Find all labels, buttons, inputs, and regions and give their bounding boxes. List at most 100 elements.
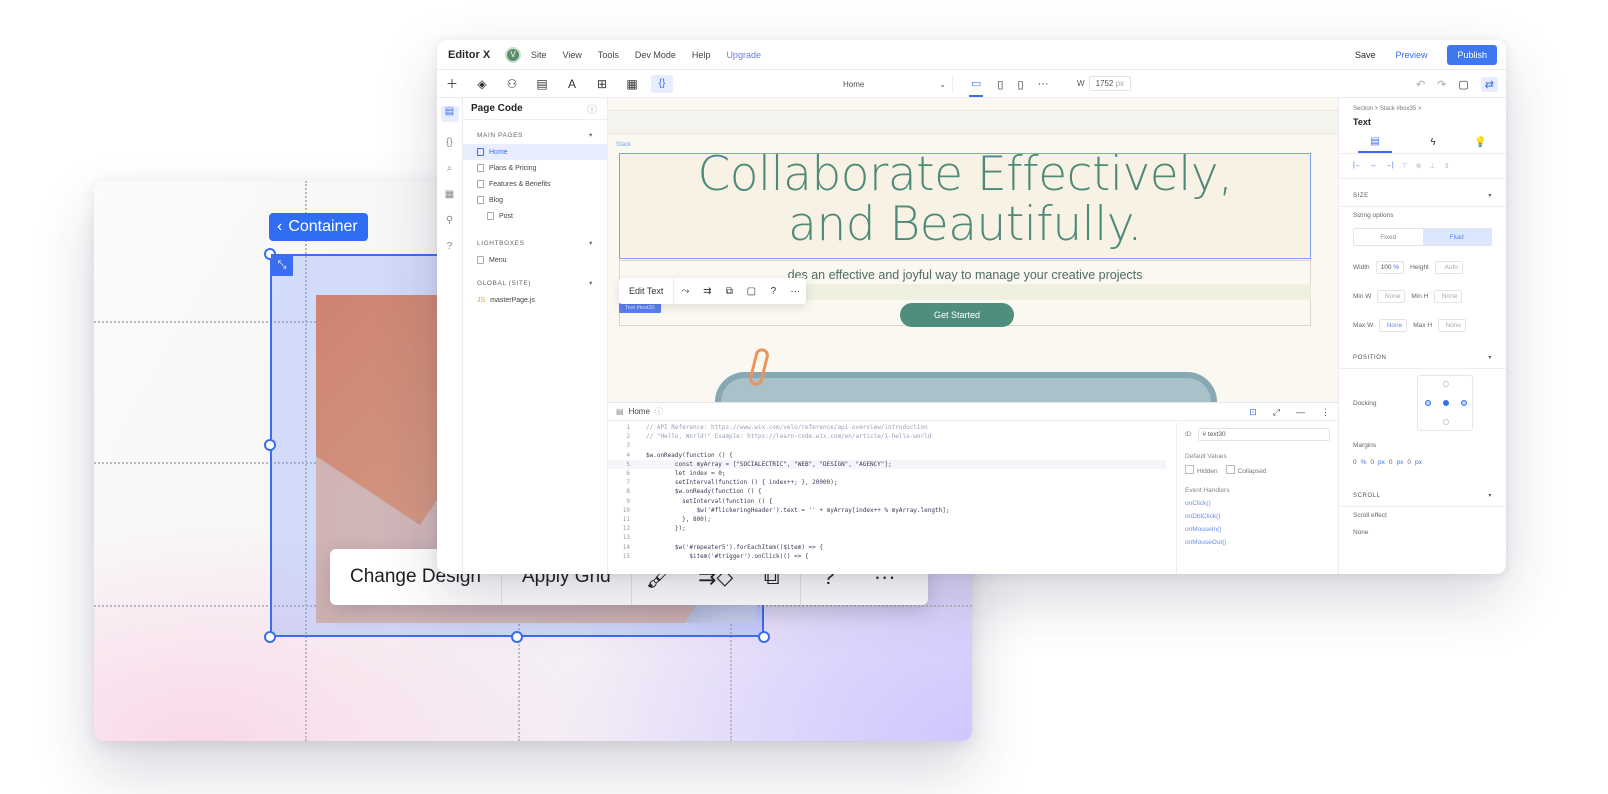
connect-icon[interactable]: ⤳ <box>674 286 696 297</box>
layout-icon[interactable]: ⧉ <box>718 286 740 297</box>
apps-icon[interactable]: ⊞ <box>587 77 617 91</box>
position-section-header[interactable]: POSITION ▾ <box>1339 347 1506 369</box>
min-w-input[interactable]: None <box>1377 290 1406 303</box>
comments-icon[interactable]: ▢ <box>1458 78 1468 91</box>
desktop-icon[interactable]: ▭ <box>969 72 984 97</box>
menu-help[interactable]: Help <box>692 50 711 60</box>
code-line[interactable]: 13 <box>608 533 1166 542</box>
add-icon[interactable]: ＋ <box>437 75 467 92</box>
align-top-icon[interactable]: ⊤ <box>1402 162 1408 170</box>
page-selector[interactable]: Home ⌄ <box>837 75 953 93</box>
menu-view[interactable]: View <box>563 50 582 60</box>
dock-point[interactable] <box>1443 419 1449 425</box>
margin-value[interactable]: 0 <box>1370 459 1374 466</box>
breadcrumb[interactable]: Section > Stack #box35 > <box>1339 98 1506 112</box>
animation-icon[interactable]: ⇉ <box>696 286 718 297</box>
event-onmousein[interactable]: onMouseIn() <box>1185 526 1330 533</box>
code-editor[interactable]: 1 // API Reference: https://www.wix.com/v… <box>608 423 1166 574</box>
more-icon[interactable]: ⋮ <box>1321 407 1330 418</box>
code-line[interactable]: 14 $w('#repeater5').forEachItem(($item) … <box>608 543 1166 552</box>
preview-button[interactable]: Preview <box>1395 50 1427 60</box>
info-icon[interactable]: ⓘ <box>655 406 663 417</box>
tips-tab-icon[interactable]: 💡 <box>1474 137 1486 148</box>
dock-point[interactable] <box>1443 381 1449 387</box>
hero-title[interactable]: Collaborate Effectively, and Beautifully… <box>619 150 1311 250</box>
code-line[interactable]: 6 let index = 0; <box>608 469 1166 478</box>
hidden-checkbox[interactable]: Hidden <box>1185 465 1218 475</box>
avatar[interactable]: V <box>505 46 521 63</box>
event-onclick[interactable]: onClick() <box>1185 500 1330 507</box>
search-icon[interactable]: ⌕ <box>447 163 453 174</box>
cms-icon[interactable]: ▦ <box>617 77 647 91</box>
resize-handle[interactable] <box>264 631 276 643</box>
fluid-option[interactable]: Fluid <box>1422 229 1491 245</box>
section-global[interactable]: GLOBAL (SITE) ▾ <box>463 274 607 292</box>
layers-icon[interactable]: ◈ <box>467 77 497 91</box>
expand-icon[interactable]: ⤢ <box>1273 407 1280 418</box>
pages-icon[interactable]: ▤ <box>527 77 557 91</box>
size-section-header[interactable]: SIZE ▾ <box>1339 185 1506 207</box>
dock-icon[interactable]: ⊡ <box>1249 407 1257 418</box>
code-files-icon[interactable]: {} <box>446 137 453 148</box>
align-middle-icon[interactable]: ⊕ <box>1416 162 1422 170</box>
page-item-blog[interactable]: Blog <box>463 192 607 208</box>
event-ondblclick[interactable]: onDblClick() <box>1185 513 1330 520</box>
lightbox-item-menu[interactable]: Menu <box>463 252 607 268</box>
get-started-button[interactable]: Get Started <box>900 303 1014 327</box>
packages-icon[interactable]: ⚲ <box>446 215 453 226</box>
menu-dev-mode[interactable]: Dev Mode <box>635 50 676 60</box>
align-left-icon[interactable]: |← <box>1353 162 1362 170</box>
resize-handle[interactable] <box>264 439 276 451</box>
file-item-masterpage[interactable]: JS masterPage.js <box>463 292 607 308</box>
id-input[interactable]: # text30 <box>1197 427 1330 441</box>
dock-point[interactable] <box>1425 400 1431 406</box>
docking-control[interactable] <box>1417 375 1473 431</box>
code-line[interactable]: 11 }, 800); <box>608 515 1166 524</box>
code-line[interactable]: 3 <box>608 441 1166 450</box>
dock-point[interactable] <box>1461 400 1467 406</box>
section-lightboxes[interactable]: LIGHTBOXES ▾ <box>463 234 607 252</box>
code-line[interactable]: 7 setInterval(function () { index++; }, … <box>608 478 1166 487</box>
help-icon[interactable]: ? <box>447 241 453 252</box>
undo-icon[interactable]: ↶ <box>1416 78 1425 91</box>
resize-icon[interactable]: ⤡ <box>271 254 293 276</box>
resize-handle[interactable] <box>511 631 523 643</box>
menu-upgrade[interactable]: Upgrade <box>726 50 761 60</box>
redo-icon[interactable]: ↷ <box>1437 78 1446 91</box>
page-item-features[interactable]: Features & Benefits <box>463 176 607 192</box>
distribute-icon[interactable]: ⇕ <box>1444 162 1450 170</box>
code-icon[interactable]: {} <box>651 74 673 93</box>
menu-site[interactable]: Site <box>531 50 547 60</box>
code-line[interactable]: 9 setInterval(function () { <box>608 497 1166 506</box>
dock-point[interactable] <box>1443 400 1449 406</box>
comment-icon[interactable]: ▢ <box>740 286 762 297</box>
edit-text-button[interactable]: Edit Text <box>619 278 675 304</box>
fixed-option[interactable]: Fixed <box>1354 229 1423 245</box>
align-right-icon[interactable]: →| <box>1385 162 1394 170</box>
connections-icon[interactable]: ⚇ <box>497 77 527 91</box>
info-icon[interactable]: ⓘ <box>587 101 597 116</box>
max-h-input[interactable]: None <box>1438 319 1467 332</box>
minimize-icon[interactable]: — <box>1296 407 1305 417</box>
height-input[interactable]: Auto <box>1434 261 1463 274</box>
code-line[interactable]: 2 // "Hello, World!" Example: https://lea… <box>608 432 1166 441</box>
save-button[interactable]: Save <box>1355 50 1376 60</box>
menu-tools[interactable]: Tools <box>598 50 619 60</box>
text-styles-icon[interactable]: A <box>557 77 587 91</box>
page-code-icon[interactable]: ▤ <box>440 106 459 122</box>
width-input[interactable]: 1752 px <box>1088 76 1132 91</box>
layout-tab-icon[interactable]: ▤ <box>1358 132 1392 153</box>
scroll-effect-select[interactable]: None <box>1339 524 1506 541</box>
page-item-plans[interactable]: Plans & Pricing <box>463 160 607 176</box>
align-center-icon[interactable]: ↔ <box>1370 162 1377 170</box>
scroll-section-header[interactable]: SCROLL ▾ <box>1339 485 1506 507</box>
page-item-home[interactable]: Home <box>463 144 607 160</box>
width-input[interactable]: 100 % <box>1375 261 1405 274</box>
align-bottom-icon[interactable]: ⊥ <box>1430 162 1436 170</box>
publish-button[interactable]: Publish <box>1447 44 1497 65</box>
code-line[interactable]: 8 $w.onReady(function () { <box>608 487 1166 496</box>
interactions-tab-icon[interactable]: ϟ <box>1430 137 1435 148</box>
code-line[interactable]: 10 $w('#flickeringHeader').text = '' + m… <box>608 506 1166 515</box>
code-tab-home[interactable]: Home <box>629 407 650 416</box>
database-icon[interactable]: ▦ <box>445 189 454 200</box>
